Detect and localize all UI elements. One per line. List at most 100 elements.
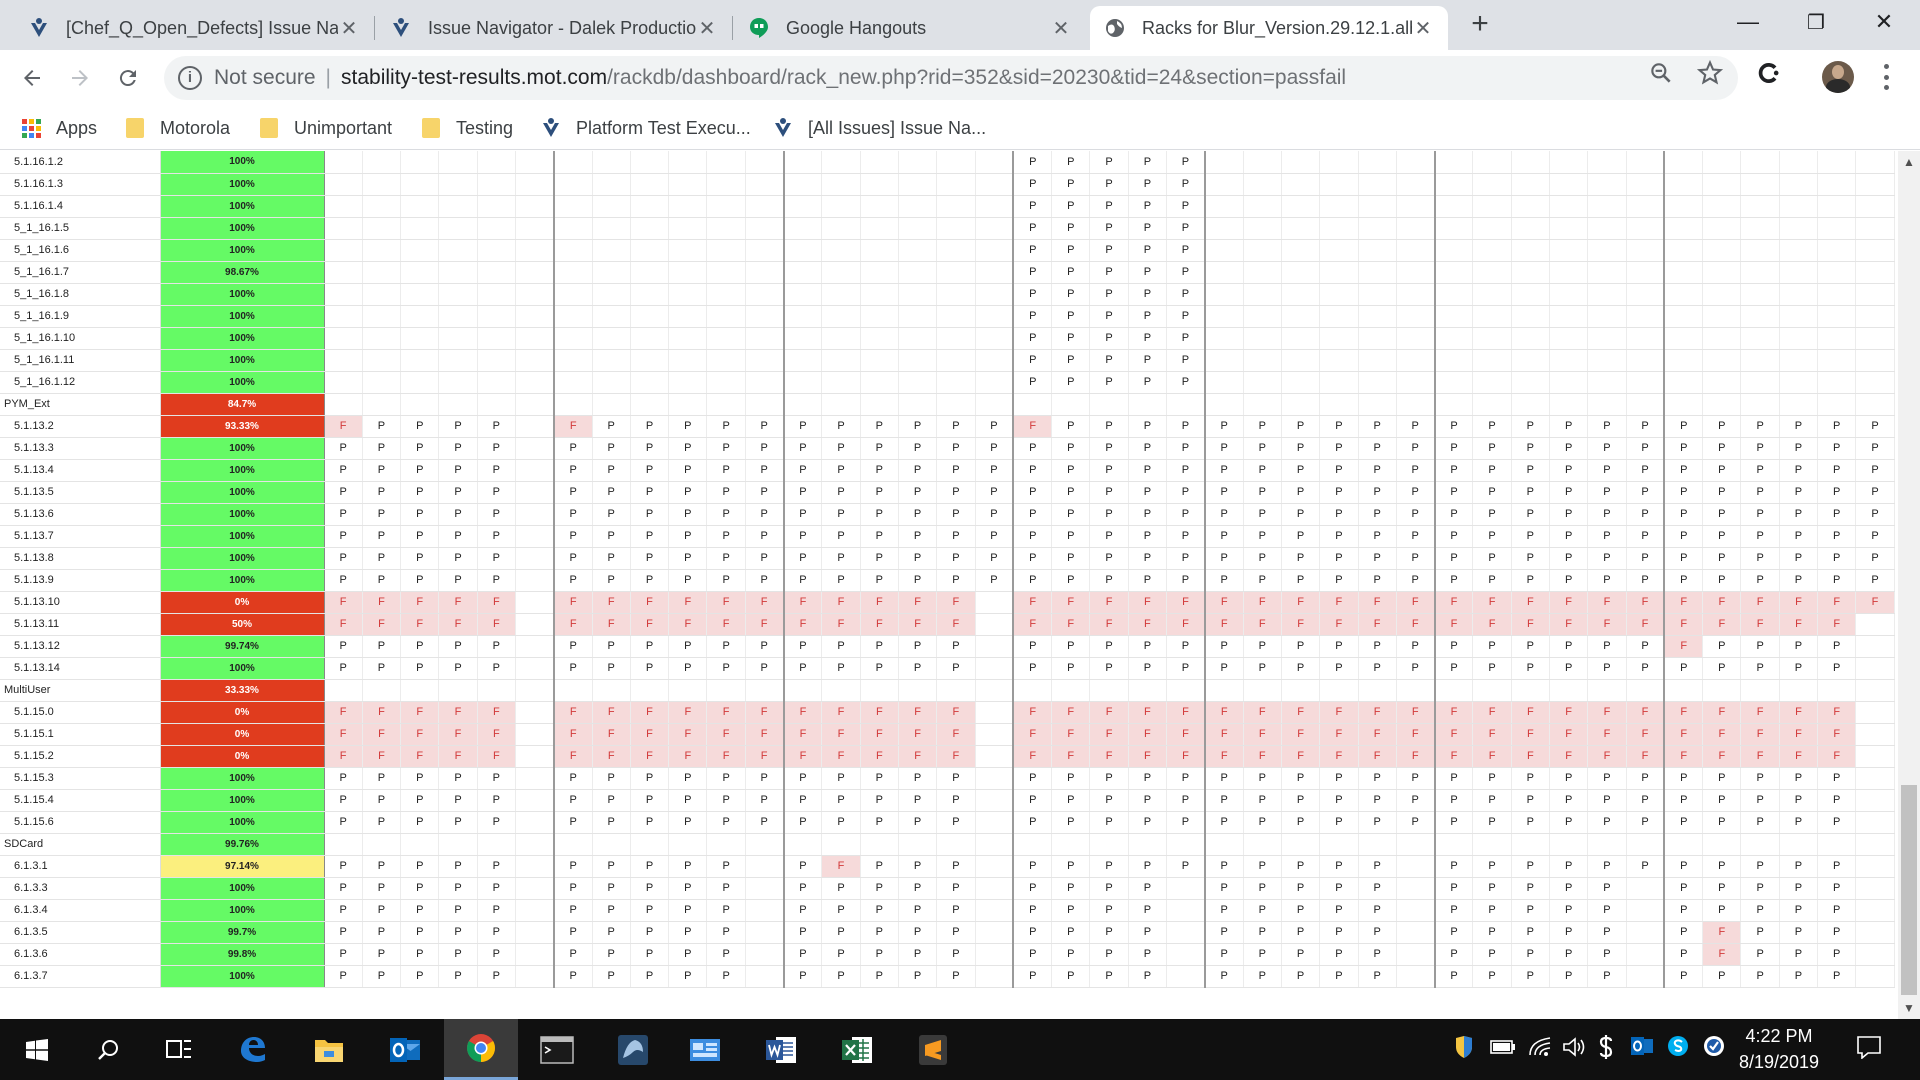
- outlook-button[interactable]: [368, 1019, 442, 1080]
- pass-cell[interactable]: P: [1396, 789, 1436, 812]
- scroll-up-arrow-icon[interactable]: ▲: [1898, 151, 1920, 173]
- fail-cell[interactable]: F: [1166, 701, 1206, 724]
- vertical-scrollbar[interactable]: ▲ ▼: [1898, 151, 1920, 1019]
- fail-cell[interactable]: F: [592, 723, 631, 746]
- fail-cell[interactable]: F: [1128, 591, 1168, 614]
- fail-cell[interactable]: F: [1511, 723, 1551, 746]
- fail-cell[interactable]: F: [362, 701, 402, 724]
- fail-cell[interactable]: F: [821, 701, 861, 724]
- fail-cell[interactable]: F: [477, 613, 516, 636]
- pass-cell[interactable]: P: [1702, 767, 1742, 790]
- pass-cell[interactable]: P: [1203, 789, 1244, 812]
- pass-cell[interactable]: P: [1051, 327, 1091, 350]
- fail-cell[interactable]: F: [1166, 613, 1206, 636]
- pass-cell[interactable]: P: [630, 921, 670, 944]
- pass-cell[interactable]: P: [936, 525, 976, 548]
- outlook-tray-icon[interactable]: [1630, 1035, 1654, 1063]
- pass-cell[interactable]: P: [1740, 899, 1780, 922]
- pass-cell[interactable]: P: [1587, 547, 1627, 570]
- tab-chef-q-open-defects[interactable]: [Chef_Q_Open_Defects] Issue Na ✕: [14, 6, 374, 50]
- pass-cell[interactable]: P: [668, 459, 708, 482]
- pass-cell[interactable]: P: [1166, 657, 1206, 680]
- pass-cell[interactable]: P: [1203, 767, 1244, 790]
- pass-cell[interactable]: P: [592, 525, 631, 548]
- pass-cell[interactable]: P: [1511, 459, 1551, 482]
- scroll-thumb[interactable]: [1901, 785, 1917, 995]
- pass-cell[interactable]: P: [1779, 415, 1819, 438]
- pass-cell[interactable]: P: [438, 811, 478, 834]
- bookmark-testing[interactable]: Testing: [420, 114, 513, 142]
- fail-cell[interactable]: F: [1587, 745, 1627, 768]
- pass-cell[interactable]: P: [1051, 921, 1091, 944]
- fail-cell[interactable]: F: [860, 613, 899, 636]
- pass-cell[interactable]: P: [1203, 855, 1244, 878]
- test-name[interactable]: 6.1.3.3: [0, 877, 161, 900]
- pass-cell[interactable]: P: [630, 503, 670, 526]
- pass-cell[interactable]: P: [438, 459, 478, 482]
- pass-cell[interactable]: P: [477, 943, 516, 966]
- pass-cell[interactable]: P: [1203, 569, 1244, 592]
- test-name[interactable]: 5_1_16.1.8: [0, 283, 161, 306]
- pass-cell[interactable]: P: [438, 569, 478, 592]
- pass-cell[interactable]: P: [1319, 855, 1359, 878]
- pass-cell[interactable]: P: [1128, 415, 1168, 438]
- search-button[interactable]: [72, 1019, 146, 1080]
- fail-cell[interactable]: F: [400, 701, 440, 724]
- pass-cell[interactable]: P: [1166, 217, 1206, 240]
- pass-cell[interactable]: P: [1511, 855, 1551, 878]
- pass-cell[interactable]: P: [1166, 371, 1206, 394]
- tab-racks-for-blur[interactable]: Racks for Blur_Version.29.12.1.alb ✕: [1090, 6, 1448, 50]
- pass-cell[interactable]: P: [1281, 789, 1321, 812]
- pass-cell[interactable]: P: [1472, 789, 1512, 812]
- pass-cell[interactable]: P: [630, 899, 670, 922]
- fail-cell[interactable]: F: [1740, 745, 1780, 768]
- pass-cell[interactable]: P: [1396, 635, 1436, 658]
- pass-cell[interactable]: P: [1203, 899, 1244, 922]
- pass-cell[interactable]: P: [1051, 349, 1091, 372]
- pass-cell[interactable]: P: [1626, 525, 1665, 548]
- pass-cell[interactable]: P: [821, 437, 861, 460]
- profile-avatar[interactable]: [1822, 61, 1854, 93]
- fail-cell[interactable]: F: [552, 723, 593, 746]
- pass-cell[interactable]: P: [1281, 657, 1321, 680]
- pass-cell[interactable]: P: [1012, 811, 1053, 834]
- pass-cell[interactable]: P: [1089, 195, 1129, 218]
- pass-cell[interactable]: P: [745, 481, 785, 504]
- fail-cell[interactable]: F: [1012, 613, 1053, 636]
- pass-cell[interactable]: P: [438, 437, 478, 460]
- pass-cell[interactable]: P: [1358, 569, 1397, 592]
- pass-cell[interactable]: P: [552, 767, 593, 790]
- pass-cell[interactable]: P: [477, 657, 516, 680]
- pass-cell[interactable]: P: [1166, 481, 1206, 504]
- pass-cell[interactable]: P: [1549, 547, 1589, 570]
- pass-cell[interactable]: P: [1012, 173, 1053, 196]
- pass-cell[interactable]: P: [860, 415, 899, 438]
- pass-cell[interactable]: P: [1817, 481, 1857, 504]
- pass-cell[interactable]: P: [1511, 877, 1551, 900]
- pass-cell[interactable]: P: [362, 657, 402, 680]
- fail-cell[interactable]: F: [706, 591, 746, 614]
- pass-cell[interactable]: P: [1779, 811, 1819, 834]
- pass-cell[interactable]: P: [898, 657, 938, 680]
- pass-cell[interactable]: P: [1511, 811, 1551, 834]
- file-explorer-button[interactable]: [292, 1019, 366, 1080]
- pass-cell[interactable]: P: [400, 635, 440, 658]
- fail-cell[interactable]: F: [1855, 591, 1895, 614]
- fail-cell[interactable]: F: [1281, 591, 1321, 614]
- pass-cell[interactable]: P: [477, 459, 516, 482]
- fail-cell[interactable]: F: [1089, 723, 1129, 746]
- pass-cell[interactable]: P: [552, 547, 593, 570]
- pass-cell[interactable]: P: [1319, 877, 1359, 900]
- pass-cell[interactable]: P: [1702, 481, 1742, 504]
- fail-cell[interactable]: F: [745, 745, 785, 768]
- pass-cell[interactable]: P: [1472, 569, 1512, 592]
- test-name[interactable]: 5_1_16.1.5: [0, 217, 161, 240]
- pass-cell[interactable]: P: [1203, 525, 1244, 548]
- pass-cell[interactable]: P: [1089, 635, 1129, 658]
- pass-cell[interactable]: P: [1051, 525, 1091, 548]
- pass-cell[interactable]: P: [706, 459, 746, 482]
- pass-cell[interactable]: P: [400, 503, 440, 526]
- pass-cell[interactable]: P: [324, 503, 363, 526]
- pass-cell[interactable]: P: [860, 921, 899, 944]
- pass-cell[interactable]: P: [1051, 767, 1091, 790]
